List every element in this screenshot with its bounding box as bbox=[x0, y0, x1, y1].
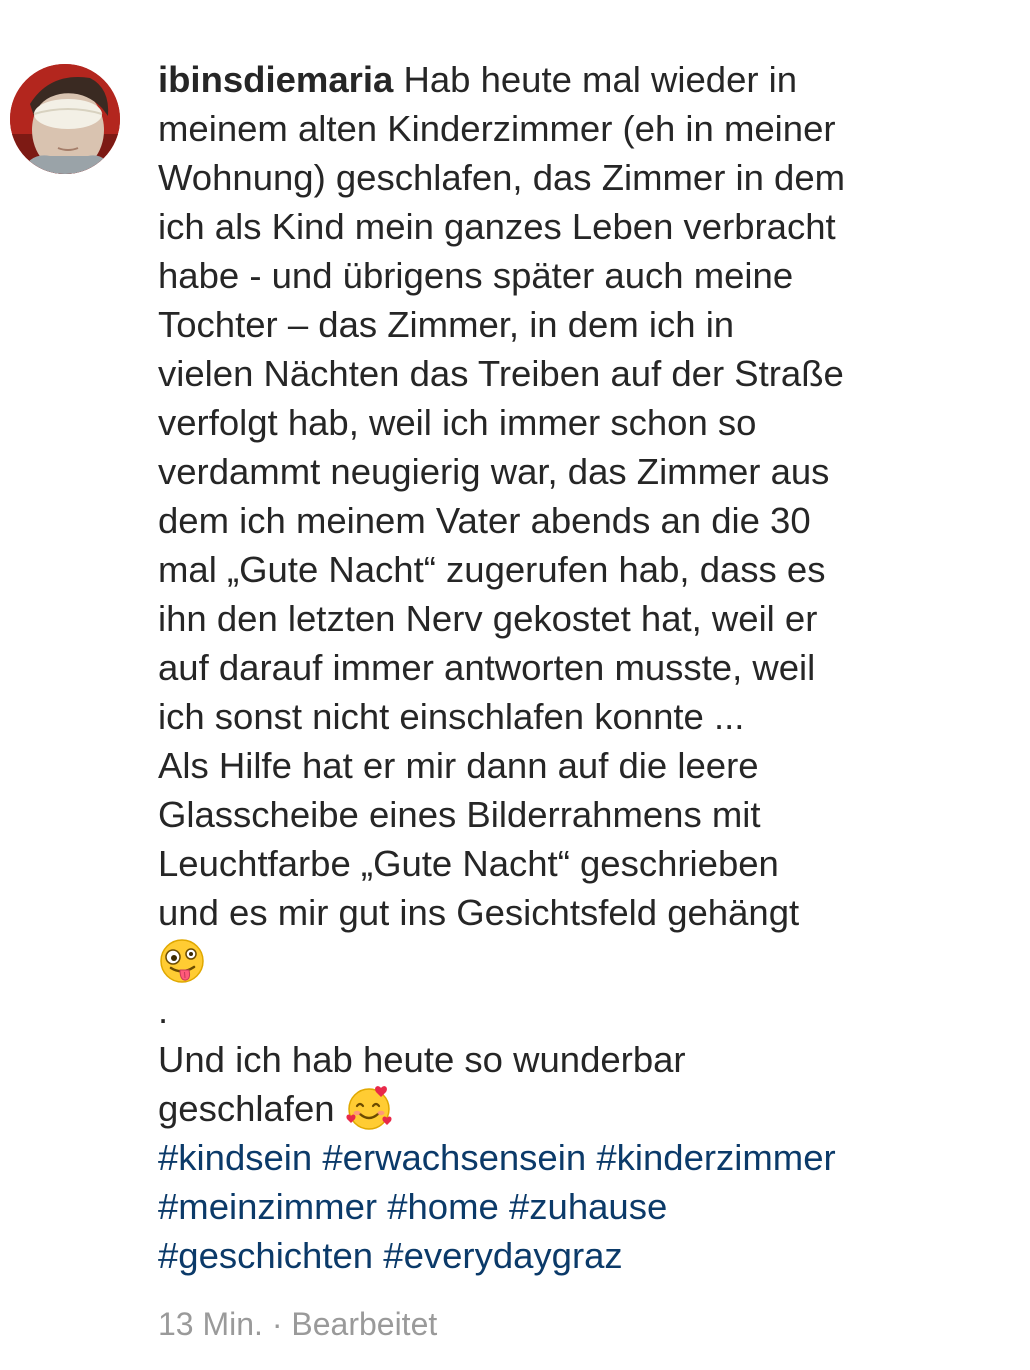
hashtag-link[interactable]: #erwachsensein bbox=[322, 1137, 586, 1178]
post-meta: 13 Min. · Bearbeitet bbox=[158, 1302, 437, 1346]
hashtag-link[interactable]: #kinderzimmer bbox=[596, 1137, 835, 1178]
caption-line: Tochter – das Zimmer, in dem ich in bbox=[158, 304, 735, 345]
hashtag-link[interactable]: #home bbox=[387, 1186, 499, 1227]
hashtag-link[interactable]: #geschichten bbox=[158, 1235, 373, 1276]
caption-line: verdammt neugierig war, das Zimmer aus bbox=[158, 451, 830, 492]
emoji-line bbox=[158, 937, 973, 986]
caption-line: Wohnung) geschlafen, das Zimmer in dem bbox=[158, 157, 846, 198]
caption-line: Und ich hab heute so wunderbar bbox=[158, 1039, 686, 1080]
username-link[interactable]: ibinsdiemaria bbox=[158, 59, 393, 100]
caption-line: Glasscheibe eines Bilderrahmens mit bbox=[158, 794, 761, 835]
hashtag-link[interactable]: #everydaygraz bbox=[383, 1235, 622, 1276]
avatar[interactable] bbox=[10, 64, 120, 174]
caption-line: verfolgt hab, weil ich immer schon so bbox=[158, 402, 757, 443]
hashtag-line: #meinzimmer #home #zuhause bbox=[158, 1182, 973, 1231]
hashtag-link[interactable]: #meinzimmer bbox=[158, 1186, 377, 1227]
caption-line: ihn den letzten Nerv gekostet hat, weil … bbox=[158, 598, 818, 639]
separator-dot: . bbox=[158, 990, 169, 1031]
caption-line: Als Hilfe hat er mir dann auf die leere bbox=[158, 745, 759, 786]
caption-line: ich sonst nicht einschlafen konnte ... bbox=[158, 696, 745, 737]
profile-photo-icon bbox=[10, 64, 120, 174]
caption-line: und es mir gut ins Gesichtsfeld gehängt bbox=[158, 892, 800, 933]
caption-line: geschlafen bbox=[158, 1084, 973, 1133]
caption-line: ibinsdiemaria Hab heute mal wieder in bbox=[158, 55, 973, 104]
timestamp[interactable]: 13 Min. bbox=[158, 1306, 263, 1342]
smiling-face-with-hearts-emoji-icon bbox=[345, 1084, 393, 1132]
caption-line: auf darauf immer antworten musste, weil bbox=[158, 647, 816, 688]
caption-line: mal „Gute Nacht“ zugerufen hab, dass es bbox=[158, 549, 826, 590]
caption-line: Leuchtfarbe „Gute Nacht“ geschrieben bbox=[158, 843, 779, 884]
caption-line: vielen Nächten das Treiben auf der Straß… bbox=[158, 353, 844, 394]
hashtag-link[interactable]: #zuhause bbox=[509, 1186, 667, 1227]
meta-separator: · bbox=[262, 1306, 292, 1342]
caption-line: habe - und übrigens später auch meine bbox=[158, 255, 794, 296]
hashtag-line: #kindsein #erwachsensein #kinderzimmer bbox=[158, 1133, 973, 1182]
instagram-caption-comment: ibinsdiemaria Hab heute mal wieder in me… bbox=[0, 0, 1030, 1370]
caption-text: ibinsdiemaria Hab heute mal wieder in me… bbox=[158, 55, 973, 1280]
hashtag-link[interactable]: #kindsein bbox=[158, 1137, 312, 1178]
hashtag-line: #geschichten #everydaygraz bbox=[158, 1231, 973, 1280]
caption-line: ich als Kind mein ganzes Leben verbracht bbox=[158, 206, 836, 247]
caption-line-text: geschlafen bbox=[158, 1088, 335, 1129]
caption-line-text: Hab heute mal wieder in bbox=[403, 59, 798, 100]
caption-line: meinem alten Kinderzimmer (eh in meiner bbox=[158, 108, 836, 149]
edited-label: Bearbeitet bbox=[291, 1306, 438, 1342]
zany-face-emoji-icon bbox=[158, 937, 206, 985]
caption-line: dem ich meinem Vater abends an die 30 bbox=[158, 500, 811, 541]
